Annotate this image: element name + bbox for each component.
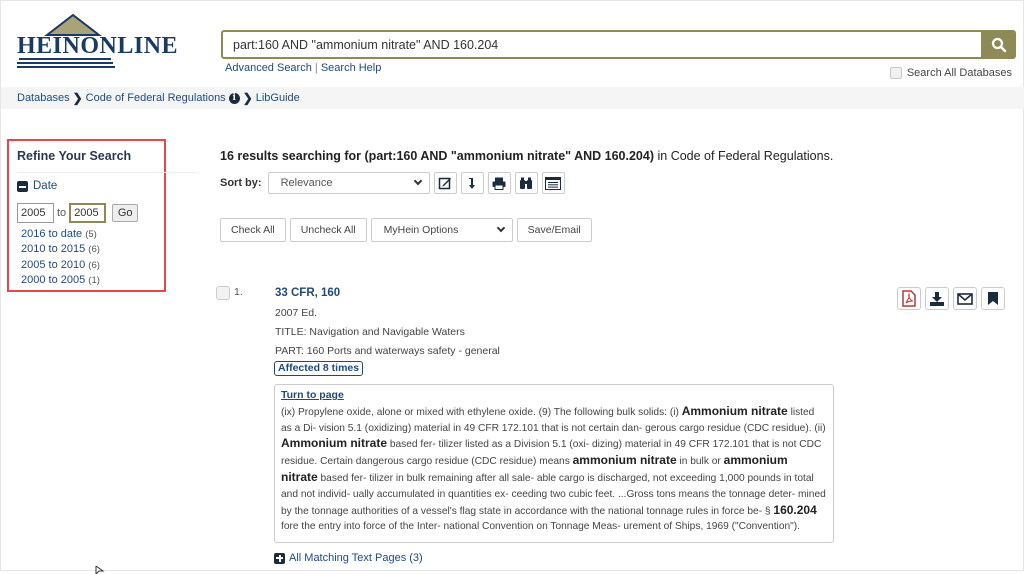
email-button[interactable]	[953, 287, 977, 310]
expand-icon[interactable]	[274, 552, 285, 564]
search-icon	[991, 37, 1006, 52]
search-all-checkbox[interactable]	[889, 67, 902, 79]
result-checkbox[interactable]	[216, 286, 230, 300]
highlighted-term: Ammonium nitrate	[281, 436, 388, 451]
date-range-item[interactable]: 2005 to 2010 (6)	[21, 258, 100, 273]
logo-steps-icon	[17, 58, 115, 68]
logo-text: HEINONLINE	[17, 33, 179, 59]
results-collection: Code of Federal Regulations.	[670, 149, 834, 163]
collapse-icon[interactable]	[17, 180, 28, 192]
download-button[interactable]	[925, 287, 949, 310]
results-in: in	[657, 149, 668, 163]
date-range-link[interactable]: 2000 to 2005	[21, 274, 85, 286]
bookmark-button[interactable]	[981, 287, 1005, 310]
mouse-cursor-icon	[95, 566, 105, 574]
search-all-databases[interactable]: Search All Databases	[889, 67, 1012, 79]
to-label: to	[57, 207, 67, 219]
search-button[interactable]	[981, 30, 1016, 59]
sort-select[interactable]: Relevance	[267, 172, 430, 194]
download-icon	[930, 291, 944, 306]
list-view-button[interactable]	[541, 172, 565, 194]
result-title-line: TITLE: Navigation and Navigable Waters	[275, 326, 465, 338]
search-input[interactable]	[221, 30, 982, 59]
search-all-label: Search All Databases	[906, 67, 1012, 79]
date-range-item[interactable]: 2000 to 2005 (1)	[21, 273, 100, 288]
link-separator: |	[314, 62, 318, 74]
search-help-link[interactable]: Search Help	[321, 62, 382, 74]
chevron-right-icon: ❯	[242, 91, 253, 105]
date-range-item[interactable]: 2010 to 2015 (6)	[21, 242, 100, 257]
list-icon	[545, 176, 562, 190]
advanced-search-link[interactable]: Advanced Search	[225, 62, 312, 74]
highlighted-term: ammonium nitrate	[572, 453, 677, 468]
date-range-count: (6)	[88, 244, 100, 256]
heinonline-logo[interactable]: HEINONLINE	[17, 13, 178, 68]
uncheck-all-button[interactable]: Uncheck All	[289, 218, 367, 242]
refine-panel: Refine Your Search Date to Go 2016 to da…	[7, 139, 197, 292]
envelope-icon	[957, 292, 973, 305]
date-from-input[interactable]	[17, 203, 54, 223]
affected-badge[interactable]: Affected 8 times	[274, 361, 364, 376]
breadcrumb: Databases ❯ Code of Federal Regulations …	[1, 87, 1024, 109]
print-button[interactable]	[487, 172, 511, 194]
chevron-down-icon	[496, 223, 505, 233]
date-range-count: (1)	[88, 274, 100, 286]
date-range-link[interactable]: 2010 to 2015	[21, 243, 85, 255]
all-matching-text-pages[interactable]: All Matching Text Pages (3)	[274, 552, 423, 564]
pdf-icon	[902, 290, 916, 307]
highlighted-term: Ammonium nitrate	[681, 403, 788, 418]
print-icon	[492, 177, 506, 190]
date-range-count: (5)	[85, 229, 97, 240]
sort-value: Relevance	[280, 177, 333, 189]
turn-to-page-link[interactable]: Turn to page	[281, 389, 344, 401]
refine-title: Refine Your Search	[17, 149, 132, 163]
date-range-item[interactable]: 2016 to date (5)	[21, 227, 100, 242]
binoculars-button[interactable]	[514, 172, 538, 194]
snippet-text: (ix) Propylene oxide, alone or mixed wit…	[281, 403, 826, 533]
results-summary: 16 results searching for (part:160 AND "…	[220, 149, 833, 163]
go-button[interactable]: Go	[112, 204, 139, 222]
result-number: 1.	[234, 286, 243, 298]
edit-icon	[438, 177, 452, 190]
date-facet-toggle[interactable]: Date	[17, 180, 57, 192]
breadcrumb-cfr[interactable]: Code of Federal Regulations	[86, 92, 226, 104]
results-query: (part:160 AND "ammonium nitrate" AND 160…	[364, 149, 654, 163]
results-count: 16 results searching for	[220, 149, 362, 163]
binoculars-icon	[520, 177, 533, 189]
date-range-link[interactable]: 2005 to 2010	[21, 259, 85, 271]
highlighted-term: ammonium nitrate	[281, 453, 788, 484]
date-range-link[interactable]: 2016 to date	[21, 228, 82, 240]
divider	[17, 172, 197, 173]
all-matching-label[interactable]: All Matching Text Pages (3)	[289, 552, 423, 564]
myhein-options-select[interactable]: MyHein Options	[370, 218, 513, 242]
highlighted-term: 160.204	[773, 502, 817, 517]
bookmark-icon	[988, 292, 998, 305]
sort-label: Sort by:	[220, 177, 262, 189]
arrow-down-icon	[469, 178, 476, 189]
pdf-button[interactable]	[897, 287, 921, 310]
save-email-button[interactable]: Save/Email	[516, 218, 592, 242]
info-icon[interactable]: i	[228, 92, 240, 104]
breadcrumb-libguide[interactable]: LibGuide	[256, 92, 300, 104]
date-range-count: (6)	[88, 259, 100, 271]
result-part-line: PART: 160 Ports and waterways safety - g…	[275, 345, 500, 357]
date-label: Date	[33, 180, 58, 192]
edit-search-button[interactable]	[433, 172, 457, 194]
result-edition: 2007 Ed.	[275, 307, 318, 319]
myhein-options-value: MyHein Options	[383, 224, 459, 236]
chevron-down-icon	[413, 176, 422, 186]
result-title-link[interactable]: 33 CFR, 160	[275, 287, 340, 299]
date-to-input[interactable]	[69, 203, 107, 223]
chevron-right-icon: ❯	[72, 91, 83, 105]
result-snippet: Turn to page (ix) Propylene oxide, alone…	[274, 384, 834, 543]
sort-direction-button[interactable]	[460, 172, 484, 194]
check-all-button[interactable]: Check All	[220, 218, 286, 242]
breadcrumb-databases[interactable]: Databases	[17, 92, 70, 104]
